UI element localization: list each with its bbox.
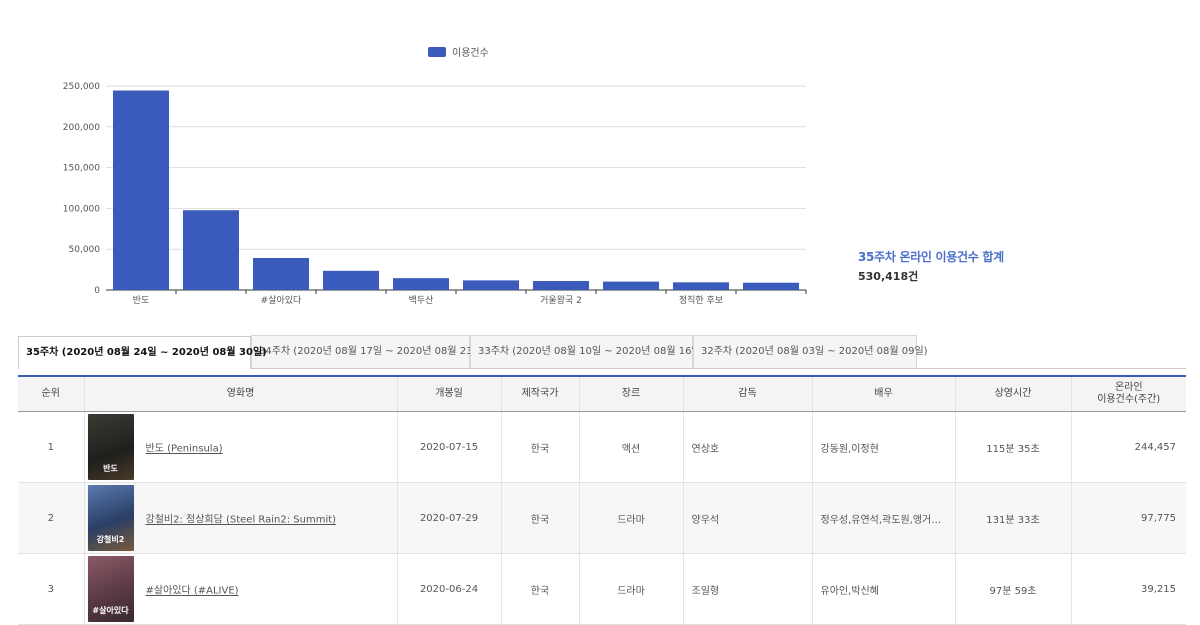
title-cell: #살아있다 #살아있다 (#ALIVE) <box>83 553 397 625</box>
y-tick-label: 0 <box>94 286 100 296</box>
chart-bar <box>183 210 239 290</box>
director-cell: 조일형 <box>682 553 812 625</box>
genre-cell: 액션 <box>578 411 683 483</box>
rank-cell: 1 <box>18 411 84 483</box>
table-header-row: 순위 영화명 개봉일 제작국가 장르 감독 배우 상영시간 온라인 이용건수(주간… <box>18 375 1186 412</box>
header-actors: 배우 <box>811 375 955 412</box>
header-count-line2: 이용건수(주간) <box>1097 394 1161 405</box>
rank-cell: 2 <box>18 482 84 554</box>
y-tick-label: 150,000 <box>63 164 100 174</box>
bar-chart: 0 50,000 100,000 150,000 200,000 250,000 반도 #살아… <box>63 82 807 306</box>
release-cell: 2020-06-24 <box>396 553 501 625</box>
y-tick-label: 200,000 <box>63 123 100 133</box>
header-genre: 장르 <box>578 375 683 412</box>
chart-bar <box>253 258 309 290</box>
ranking-table: 순위 영화명 개봉일 제작국가 장르 감독 배우 상영시간 온라인 이용건수(주간… <box>18 375 1186 625</box>
movie-title-link[interactable]: 반도 (Peninsula) <box>146 444 223 455</box>
chart-bar <box>533 281 589 290</box>
runtime-cell: 131분 33초 <box>954 482 1071 554</box>
tab-week-34[interactable]: 34주차 (2020년 08월 17일 ~ 2020년 08월 23일) <box>251 335 486 368</box>
weekly-total-title: 35주차 온라인 이용건수 합계 <box>858 250 1004 264</box>
actors-cell: 강동원,이정현 <box>811 411 955 483</box>
chart-bar <box>673 282 729 290</box>
title-cell: 반도 반도 (Peninsula) <box>83 411 397 483</box>
poster-text: 강철비2 <box>96 535 125 544</box>
x-tick-label: 백두산 <box>409 295 434 306</box>
header-runtime: 상영시간 <box>954 375 1071 412</box>
x-tick-label: 거울왕국 2 <box>540 295 582 306</box>
chart-bar <box>323 270 379 290</box>
movie-poster[interactable]: #살아있다 <box>87 556 134 622</box>
header-title: 영화명 <box>83 375 397 412</box>
movie-poster[interactable]: 반도 <box>87 414 134 480</box>
movie-title-link[interactable]: #살아있다 (#ALIVE) <box>146 586 239 597</box>
release-cell: 2020-07-15 <box>396 411 501 483</box>
chart-legend: 이용건수 <box>428 44 489 59</box>
genre-cell: 드라마 <box>578 482 683 554</box>
legend-label: 이용건수 <box>452 48 489 59</box>
count-cell: 244,457 <box>1070 411 1186 483</box>
tab-week-33[interactable]: 33주차 (2020년 08월 10일 ~ 2020년 08월 16일) <box>470 335 705 368</box>
chart-bar <box>603 281 659 290</box>
x-tick-label: #살아있다 <box>261 294 302 306</box>
y-tick-label: 50,000 <box>69 245 101 255</box>
week-tabs: 35주차 (2020년 08월 24일 ~ 2020년 08월 30일) 34주… <box>18 335 1186 369</box>
count-cell: 39,215 <box>1070 553 1186 625</box>
poster-text: 반도 <box>103 464 118 473</box>
weekly-total: 35주차 온라인 이용건수 합계 530,418건 <box>858 248 1004 284</box>
chart-bar <box>463 280 519 290</box>
director-cell: 연상호 <box>682 411 812 483</box>
header-release: 개봉일 <box>396 375 501 412</box>
release-cell: 2020-07-29 <box>396 482 501 554</box>
header-rank: 순위 <box>18 375 84 412</box>
header-count-line1: 온라인 <box>1114 382 1143 393</box>
poster-text: #살아있다 <box>92 606 129 615</box>
director-cell: 양우석 <box>682 482 812 554</box>
y-tick-label: 100,000 <box>63 204 100 214</box>
actors-cell: 유아인,박신혜 <box>811 553 955 625</box>
chart-bar <box>743 282 799 290</box>
genre-cell: 드라마 <box>578 553 683 625</box>
x-tick-label: 정직한 후보 <box>679 295 723 306</box>
title-cell: 강철비2 강철비2: 정상회담 (Steel Rain2: Summit) <box>83 482 397 554</box>
tab-week-35[interactable]: 35주차 (2020년 08월 24일 ~ 2020년 08월 30일) <box>18 336 267 369</box>
header-count: 온라인 이용건수(주간) <box>1070 375 1186 412</box>
actors-cell: 정우성,유연석,곽도원,앵거스 ... <box>811 482 955 554</box>
x-tick-label: 반도 <box>133 295 150 306</box>
chart-bar <box>393 278 449 290</box>
table-row: 2 강철비2 강철비2: 정상회담 (Steel Rain2: Summit) 2… <box>18 482 1186 554</box>
table-row: 3 #살아있다 #살아있다 (#ALIVE) 2020-06-24 한국 드라마 … <box>18 553 1186 625</box>
movie-title-link[interactable]: 강철비2: 정상회담 (Steel Rain2: Summit) <box>146 515 337 526</box>
header-country: 제작국가 <box>500 375 579 412</box>
y-tick-label: 250,000 <box>63 82 100 92</box>
country-cell: 한국 <box>500 482 579 554</box>
country-cell: 한국 <box>500 411 579 483</box>
header-director: 감독 <box>682 375 812 412</box>
chart-bar <box>113 90 169 290</box>
rank-cell: 3 <box>18 553 84 625</box>
table-row: 1 반도 반도 (Peninsula) 2020-07-15 한국 액션 연상호 … <box>18 411 1186 483</box>
runtime-cell: 97분 59초 <box>954 553 1071 625</box>
legend-swatch <box>428 46 446 57</box>
country-cell: 한국 <box>500 553 579 625</box>
tab-week-32[interactable]: 32주차 (2020년 08월 03일 ~ 2020년 08월 09일) <box>693 335 928 368</box>
movie-poster[interactable]: 강철비2 <box>87 485 134 551</box>
weekly-total-value: 530,418건 <box>858 270 919 283</box>
count-cell: 97,775 <box>1070 482 1186 554</box>
runtime-cell: 115분 35초 <box>954 411 1071 483</box>
